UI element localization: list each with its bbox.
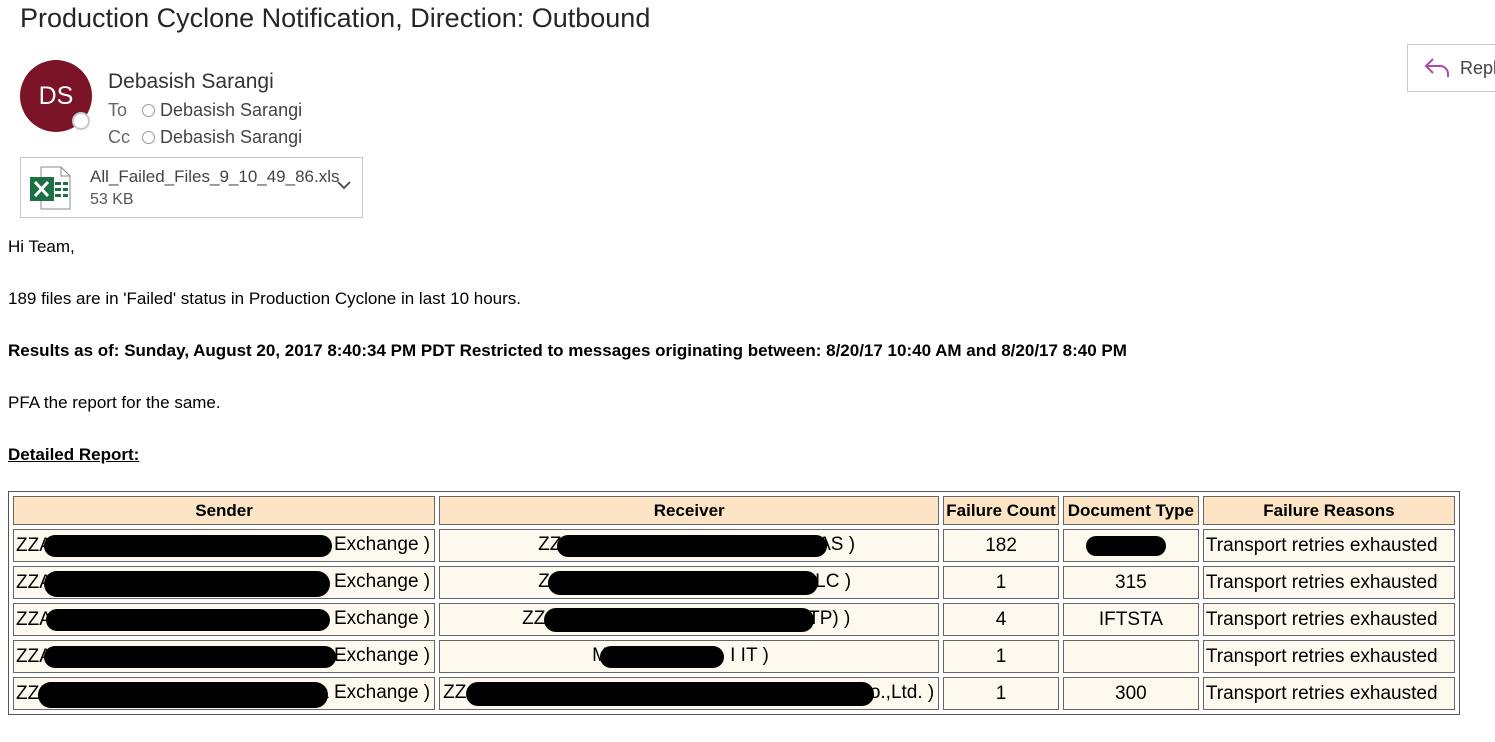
- receiver-prefix: ZZ: [443, 682, 467, 703]
- failure-reason-cell: Transport retries exhausted: [1202, 640, 1455, 673]
- receiver-cell: ZZ Co.,Ltd. ): [439, 677, 940, 710]
- chevron-down-icon[interactable]: [337, 180, 351, 190]
- table-row: ZZA Exchange ) ZZ AS ) 182 Transport ret…: [13, 529, 1455, 562]
- col-header-failure-count: Failure Count: [943, 496, 1059, 525]
- sender-suffix: a Exchange ): [318, 682, 431, 703]
- receiver-suffix: Co.,Ltd. ): [856, 682, 935, 703]
- attachment-size: 53 KB: [90, 191, 134, 208]
- recipient-presence-icon: [142, 104, 155, 117]
- attachment-filename: All_Failed_Files_9_10_49_86.xls: [90, 167, 340, 186]
- table-row: ZZA Exchange ) M I IT ) 1 Transport retr…: [13, 640, 1455, 673]
- redaction-mark: [557, 535, 828, 557]
- redaction-mark: [44, 646, 336, 668]
- col-header-document-type: Document Type: [1062, 496, 1199, 525]
- failure-reason-cell: Transport retries exhausted: [1202, 677, 1455, 710]
- sender-name[interactable]: Debasish Sarangi: [108, 70, 274, 94]
- failure-count-cell: 1: [943, 566, 1059, 599]
- sender-suffix: Exchange ): [334, 608, 431, 629]
- pfa-text: PFA the report for the same.: [8, 393, 221, 412]
- failure-count-cell: 4: [943, 603, 1059, 636]
- sender-suffix: Exchange ): [334, 571, 431, 592]
- receiver-suffix: AS ): [818, 534, 856, 555]
- document-type-cell: IFTSTA: [1062, 603, 1199, 636]
- document-type-cell: 300: [1062, 677, 1199, 710]
- receiver-cell: Z LC ): [439, 566, 940, 599]
- receiver-suffix: TP) ): [808, 608, 851, 629]
- failure-count-cell: 1: [943, 640, 1059, 673]
- presence-status-icon: [72, 112, 90, 130]
- cc-label: Cc: [108, 127, 130, 147]
- receiver-cell: ZZ AS ): [439, 529, 940, 562]
- table-row: ZZA Exchange ) Z LC ) 1 315 Transport re…: [13, 566, 1455, 599]
- cc-recipient[interactable]: Debasish Sarangi: [160, 127, 302, 148]
- to-label: To: [108, 100, 128, 120]
- reply-label: Repl: [1460, 57, 1495, 78]
- col-header-failure-reasons: Failure Reasons: [1202, 496, 1455, 525]
- email-subject: Production Cyclone Notification, Directi…: [20, 3, 651, 33]
- report-table: Sender Receiver Failure Count Document T…: [8, 491, 1460, 715]
- document-type-cell: [1062, 640, 1199, 673]
- summary-text: 189 files are in 'Failed' status in Prod…: [8, 289, 521, 308]
- cc-row: Cc Debasish Sarangi: [108, 127, 302, 148]
- sender-suffix: Exchange ): [334, 534, 431, 555]
- avatar-initials: DS: [38, 81, 74, 110]
- failure-reason-cell: Transport retries exhausted: [1202, 603, 1455, 636]
- report-heading: Detailed Report:: [8, 445, 140, 464]
- excel-file-icon: [30, 166, 71, 210]
- results-text: Results as of: Sunday, August 20, 2017 8…: [8, 341, 1127, 360]
- reply-button[interactable]: Repl: [1407, 44, 1495, 92]
- sender-cell: ZZ a Exchange ): [13, 677, 436, 710]
- redaction-mark: [1085, 536, 1166, 556]
- receiver-cell: ZZ TP) ): [439, 603, 940, 636]
- receiver-cell: M I IT ): [439, 640, 940, 673]
- document-type-cell: 315: [1062, 566, 1199, 599]
- sender-cell: ZZA Exchange ): [13, 603, 436, 636]
- redaction-mark: [548, 571, 819, 595]
- failure-reason-cell: Transport retries exhausted: [1202, 566, 1455, 599]
- receiver-suffix: LC ): [815, 571, 852, 592]
- redaction-mark: [466, 682, 875, 706]
- redaction-mark: [544, 608, 815, 632]
- document-type-cell: [1062, 529, 1199, 562]
- failure-count-cell: 1: [943, 677, 1059, 710]
- greeting: Hi Team,: [8, 237, 75, 256]
- sender-prefix: ZZ: [16, 682, 40, 704]
- to-row: To Debasish Sarangi: [108, 100, 302, 121]
- sender-suffix: Exchange ): [334, 645, 431, 666]
- redaction-mark: [46, 609, 330, 631]
- redaction-mark: [44, 571, 330, 597]
- col-header-receiver: Receiver: [439, 496, 940, 525]
- recipient-presence-icon: [142, 131, 155, 144]
- failure-count-cell: 182: [943, 529, 1059, 562]
- sender-cell: ZZA Exchange ): [13, 529, 436, 562]
- failure-reason-cell: Transport retries exhausted: [1202, 529, 1455, 562]
- redaction-mark: [600, 646, 725, 668]
- reply-arrow-icon: [1424, 58, 1449, 77]
- redaction-mark: [44, 535, 332, 557]
- col-header-sender: Sender: [13, 496, 436, 525]
- sender-cell: ZZA Exchange ): [13, 566, 436, 599]
- receiver-prefix: ZZ: [522, 608, 546, 629]
- redaction-mark: [38, 682, 328, 708]
- report-header-row: Sender Receiver Failure Count Document T…: [13, 496, 1455, 525]
- sender-cell: ZZA Exchange ): [13, 640, 436, 673]
- receiver-suffix: I IT ): [730, 645, 769, 666]
- table-row: ZZA Exchange ) ZZ TP) ) 4 IFTSTA Transpo…: [13, 603, 1455, 636]
- attachment-card[interactable]: All_Failed_Files_9_10_49_86.xls 53 KB: [20, 157, 363, 218]
- to-recipient[interactable]: Debasish Sarangi: [160, 100, 302, 121]
- table-row: ZZ a Exchange ) ZZ Co.,Ltd. ) 1 300 Tran…: [13, 677, 1455, 710]
